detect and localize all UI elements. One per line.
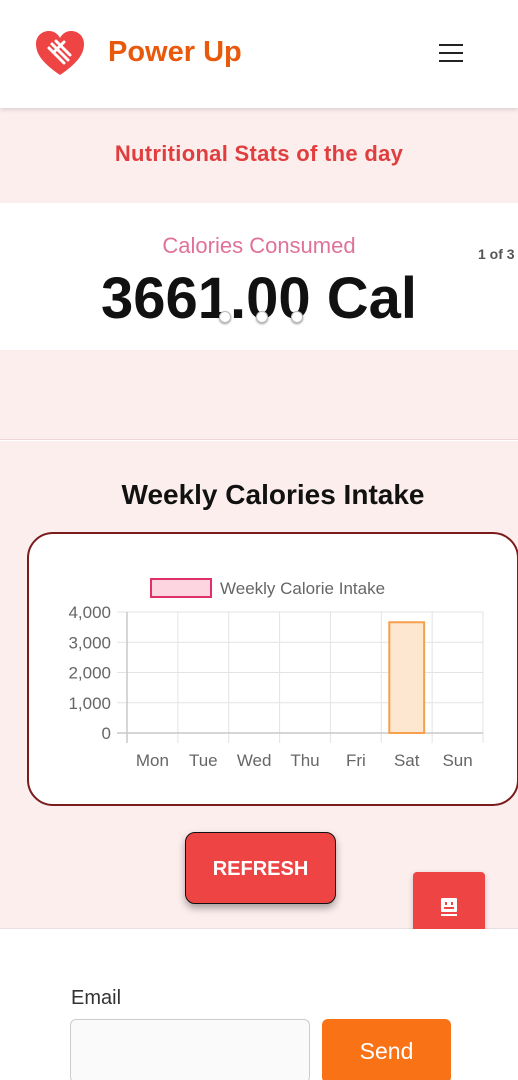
x-tick-label: Fri: [346, 751, 366, 770]
carousel-dot-3[interactable]: [291, 311, 303, 323]
carousel-dot-1[interactable]: [219, 311, 231, 323]
bar-sat: [388, 621, 426, 734]
weekly-section: Weekly Calories Intake 4,000 3,000 2,000 1,…: [0, 441, 518, 944]
carousel-counter: 1 of 3: [478, 246, 515, 262]
y-tick-label: 2,000: [68, 664, 111, 683]
spacer-band: [0, 350, 518, 440]
carousel-dots: [219, 311, 309, 325]
y-tick-label: 0: [102, 724, 111, 743]
email-field[interactable]: [70, 1019, 310, 1080]
chart-card: 4,000 3,000 2,000 1,000 0 Mon Tue Wed Thu Fri Sat S…: [27, 532, 518, 806]
x-tick-label: Sun: [442, 751, 472, 770]
x-tick-label: Tue: [189, 751, 218, 770]
y-tick-label: 1,000: [68, 694, 111, 713]
x-tick-label: Sat: [394, 751, 420, 770]
calories-label: Calories Consumed: [162, 233, 356, 258]
weekly-calorie-chart: 4,000 3,000 2,000 1,000 0 Mon Tue Wed Thu Fri Sat S…: [68, 578, 484, 770]
legend-swatch: [150, 578, 212, 598]
send-button[interactable]: Send: [322, 1019, 451, 1080]
stats-banner: Nutritional Stats of the day: [0, 108, 518, 203]
y-tick-label: 3,000: [68, 633, 111, 652]
x-tick-label: Thu: [290, 751, 319, 770]
x-tick-label: Wed: [237, 751, 272, 770]
hamburger-menu-icon[interactable]: [437, 40, 465, 66]
brand-name[interactable]: Power Up: [108, 36, 242, 69]
app-header: Power Up: [0, 0, 518, 108]
weekly-title: Weekly Calories Intake: [121, 479, 425, 510]
carousel-dot-2[interactable]: [256, 311, 268, 323]
email-section: Email Send: [0, 929, 518, 1080]
stats-title: Nutritional Stats of the day: [114, 141, 404, 166]
legend-label: Weekly Calorie Intake: [220, 579, 385, 598]
refresh-button[interactable]: REFRESH: [185, 832, 336, 904]
stats-carousel[interactable]: Calories Consumed 3661.00 Cal 1 of 3: [0, 203, 518, 350]
heart-dumbbell-icon[interactable]: [34, 28, 86, 80]
x-tick-label: Mon: [136, 751, 169, 770]
email-label: Email: [71, 987, 122, 1009]
y-tick-label: 4,000: [68, 603, 111, 622]
